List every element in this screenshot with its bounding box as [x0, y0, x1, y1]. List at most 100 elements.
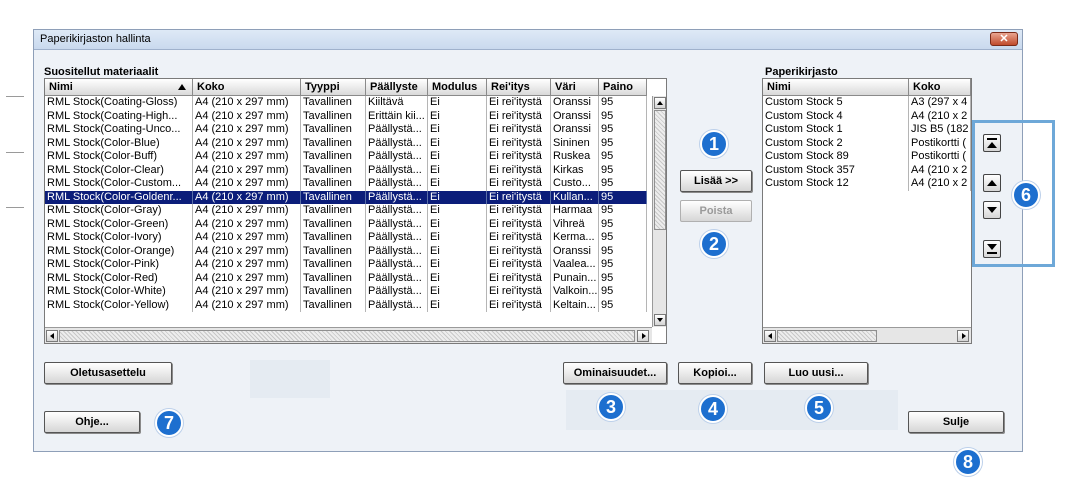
table-row[interactable]: Custom Stock 1 JIS B5 (182 [763, 123, 971, 137]
copy-button[interactable]: Kopioi... [678, 362, 752, 384]
table-cell: RML Stock(Color-Goldenr... [45, 190, 193, 204]
table-row[interactable]: Custom Stock 357 A4 (210 x 2 [763, 163, 971, 177]
scroll-right-button[interactable] [957, 330, 969, 342]
table-row[interactable]: RML Stock(Color-Blue) A4 (210 x 297 mm) Ta… [45, 136, 647, 150]
vertical-scrollbar[interactable] [652, 96, 666, 327]
move-to-top-button[interactable] [983, 134, 1001, 152]
callout-8: 8 [954, 448, 982, 476]
move-down-button[interactable] [983, 201, 1001, 219]
table-cell: Custom Stock 12 [763, 177, 909, 191]
column-header[interactable]: Rei'itys [487, 79, 551, 96]
table-cell: RML Stock(Color-Green) [45, 217, 193, 231]
scroll-down-button[interactable] [654, 314, 666, 326]
horizontal-scrollbar[interactable] [763, 327, 971, 343]
table-row[interactable]: RML Stock(Color-Goldenr... A4 (210 x 297 … [45, 190, 647, 204]
callout-5: 5 [805, 394, 833, 422]
table-cell: RML Stock(Coating-High... [45, 109, 193, 123]
close-window-button[interactable]: ✕ [990, 32, 1018, 46]
table-cell: Valkoin... [553, 285, 599, 299]
table-cell: Päällystä... [366, 190, 428, 204]
table-row[interactable]: RML Stock(Color-Orange) A4 (210 x 297 mm)… [45, 244, 647, 258]
table-row[interactable]: RML Stock(Color-Gray) A4 (210 x 297 mm) Ta… [45, 204, 647, 218]
table-row[interactable]: RML Stock(Color-Buff) A4 (210 x 297 mm) Ta… [45, 150, 647, 164]
table-row[interactable]: RML Stock(Coating-Unco... A4 (210 x 297 m… [45, 123, 647, 137]
title-bar: Paperikirjaston hallinta ✕ [34, 30, 1022, 50]
scroll-left-button[interactable] [46, 330, 58, 342]
table-cell: A4 (210 x 297 mm) [193, 109, 301, 123]
scrollbar-thumb[interactable] [59, 330, 635, 342]
default-layout-button[interactable]: Oletusasettelu [44, 362, 172, 384]
close-button[interactable]: Sulje [908, 411, 1004, 433]
table-row[interactable]: RML Stock(Color-Green) A4 (210 x 297 mm) T… [45, 217, 647, 231]
table-row[interactable]: RML Stock(Color-Custom... A4 (210 x 297 m… [45, 177, 647, 191]
table-cell: Ei rei'itystä [487, 177, 551, 191]
column-header-label: Tyyppi [305, 81, 340, 93]
table-cell: RML Stock(Color-Custom... [45, 177, 193, 191]
scroll-left-button[interactable] [764, 330, 776, 342]
table-row[interactable]: RML Stock(Coating-Gloss) A4 (210 x 297 mm… [45, 96, 647, 110]
table-row[interactable]: RML Stock(Color-Ivory) A4 (210 x 297 mm) T… [45, 231, 647, 245]
create-new-button[interactable]: Luo uusi... [764, 362, 868, 384]
horizontal-scrollbar[interactable] [45, 327, 652, 343]
column-header-label: Rei'itys [491, 81, 530, 93]
table-row[interactable]: Custom Stock 2 Postikortti ( [763, 136, 971, 150]
table-cell: Ei [428, 190, 487, 204]
remove-button[interactable]: Poista [680, 200, 752, 222]
scrollbar-thumb[interactable] [777, 330, 877, 342]
sort-ascending-icon [178, 84, 186, 90]
table-row[interactable]: Custom Stock 5 A3 (297 x 4 [763, 96, 971, 110]
table-cell: Ei rei'itystä [487, 96, 551, 110]
table-cell: Ei rei'itystä [487, 271, 551, 285]
table-cell: A4 (210 x 2 [909, 163, 971, 177]
table-cell: Ei rei'itystä [487, 285, 551, 299]
table-cell: Ei [428, 136, 487, 150]
table-cell: 95 [599, 96, 647, 110]
column-header[interactable]: Paino [599, 79, 647, 96]
table-cell: A4 (210 x 297 mm) [193, 217, 301, 231]
column-header[interactable]: Koko [193, 79, 301, 96]
help-button[interactable]: Ohje... [44, 411, 140, 433]
table-row[interactable]: RML Stock(Color-Pink) A4 (210 x 297 mm) Ta… [45, 258, 647, 272]
scroll-up-button[interactable] [654, 97, 666, 109]
column-header[interactable]: Nimi [763, 79, 909, 96]
arrow-up-icon [657, 101, 663, 105]
column-header[interactable]: Päällyste [366, 79, 428, 96]
column-header[interactable]: Tyyppi [301, 79, 366, 96]
table-cell: Ei [428, 285, 487, 299]
close-icon: ✕ [999, 33, 1009, 45]
table-cell: Oranssi [551, 109, 599, 123]
add-button[interactable]: Lisää >> [680, 170, 752, 192]
column-header[interactable]: Väri [551, 79, 599, 96]
table-row[interactable]: RML Stock(Color-Red) A4 (210 x 297 mm) Tav… [45, 271, 647, 285]
properties-button[interactable]: Ominaisuudet... [563, 362, 667, 384]
table-row[interactable]: RML Stock(Color-Yellow) A4 (210 x 297 mm)… [45, 298, 647, 312]
table-cell: Päällystä... [366, 177, 428, 191]
table-cell: RML Stock(Color-Yellow) [45, 298, 193, 312]
table-cell: 95 [599, 190, 647, 204]
column-header[interactable]: Nimi [45, 79, 193, 96]
table-row[interactable]: Custom Stock 89 Postikortti ( [763, 150, 971, 164]
arrow-right-icon [642, 333, 646, 339]
window-title: Paperikirjaston hallinta [40, 33, 151, 45]
table-cell: Kiiltävä [366, 96, 428, 110]
scroll-right-button[interactable] [637, 330, 649, 342]
table-cell: Oranssi [551, 123, 599, 137]
table-row[interactable]: Custom Stock 4 A4 (210 x 2 [763, 109, 971, 123]
table-row[interactable]: Custom Stock 12 A4 (210 x 2 [763, 177, 971, 191]
move-to-bottom-button[interactable] [983, 240, 1001, 258]
table-row[interactable]: RML Stock(Color-Clear) A4 (210 x 297 mm) T… [45, 163, 647, 177]
move-up-button[interactable] [983, 174, 1001, 192]
table-row[interactable]: RML Stock(Color-White) A4 (210 x 297 mm) T… [45, 285, 647, 299]
table-row[interactable]: RML Stock(Coating-High... A4 (210 x 297 m… [45, 109, 647, 123]
table-cell: Ei [428, 271, 487, 285]
table-body: Custom Stock 5 A3 (297 x 4 Custom Stock 4A… [763, 96, 971, 191]
scrollbar-thumb[interactable] [654, 110, 666, 230]
table-cell: Custom Stock 89 [763, 150, 909, 164]
column-header[interactable]: Modulus [428, 79, 487, 96]
table-cell: Ei [428, 244, 487, 258]
table-cell: Custom Stock 4 [763, 109, 909, 123]
table-cell: Erittäin kii... [366, 109, 428, 123]
column-header[interactable]: Koko [909, 79, 971, 96]
callout-4: 4 [699, 395, 727, 423]
table-cell: 95 [599, 271, 647, 285]
